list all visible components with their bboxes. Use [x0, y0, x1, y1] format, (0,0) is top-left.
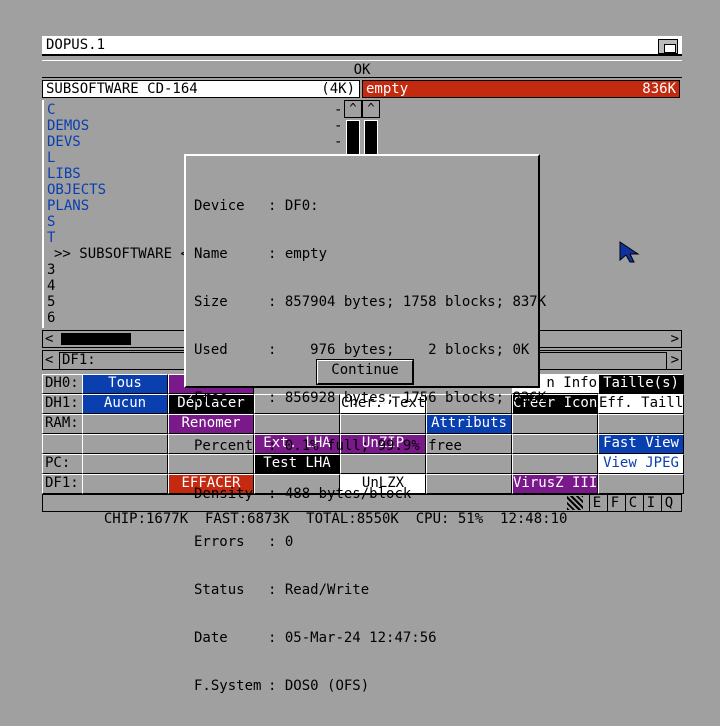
disk-info-rows: Device: DF0: Name: empty Size: 857904 by… [194, 166, 546, 726]
info-row: Size: 857904 bytes; 1758 blocks; 837K [194, 294, 547, 310]
info-row: Errors: 0 [194, 534, 294, 550]
fast-view-button[interactable]: Fast View [598, 434, 684, 454]
info-row: Device: DF0: [194, 198, 319, 214]
empty-button[interactable] [82, 474, 168, 494]
info-row: F.System: DOS0 (OFS) [194, 678, 370, 694]
gadget-q[interactable]: Q [661, 495, 676, 511]
scroll-up-arrow-icon[interactable]: ^ [344, 100, 362, 118]
dir-marker: - [334, 102, 343, 118]
right-lister-header[interactable]: empty 836K [362, 80, 680, 98]
left-lister-header[interactable]: SUBSOFTWARE CD-164 (4K) [42, 80, 360, 98]
right-lister-name: empty [366, 81, 409, 97]
list-item[interactable]: T [47, 230, 55, 246]
scroll-up-arrow-icon[interactable]: ^ [362, 100, 380, 118]
device-dh0[interactable]: DH0: [42, 374, 84, 394]
path-left-arrow-icon[interactable]: < [45, 352, 53, 368]
gadget-e[interactable]: E [589, 495, 604, 511]
title-bar[interactable]: DOPUS.1 [42, 36, 682, 56]
window-title: DOPUS.1 [46, 37, 106, 53]
list-item[interactable]: DEMOS [47, 118, 89, 134]
list-item[interactable]: 4 [47, 278, 55, 294]
list-item[interactable]: OBJECTS [47, 182, 106, 198]
empty-button[interactable] [82, 434, 168, 454]
empty-button[interactable] [82, 414, 168, 434]
device-df1[interactable]: DF1: [42, 474, 84, 494]
right-path-input[interactable] [539, 352, 667, 370]
list-item[interactable]: 6 [47, 310, 55, 326]
dir-marker: - [334, 134, 343, 150]
info-row: Status: Read/Write [194, 582, 370, 598]
depth-gadget-icon[interactable] [658, 39, 678, 54]
dither-gadget-icon[interactable] [567, 496, 583, 510]
disk-info-dialog: Device: DF0: Name: empty Size: 857904 by… [184, 154, 546, 694]
empty-button[interactable] [82, 454, 168, 474]
device-dh1[interactable]: DH1: [42, 394, 84, 414]
list-item[interactable]: 5 [47, 294, 55, 310]
continue-button[interactable]: Continue [316, 359, 414, 385]
device-pc[interactable]: PC: [42, 454, 84, 474]
mouse-pointer-icon [619, 241, 640, 263]
list-item[interactable]: PLANS [47, 198, 89, 214]
list-item[interactable]: LIBS [47, 166, 81, 182]
empty-button[interactable] [598, 474, 684, 494]
info-row: Percent: 0.1% full; 99.9% free [194, 438, 462, 454]
list-item[interactable]: DEVS [47, 134, 81, 150]
path-right-arrow-icon[interactable]: > [671, 352, 679, 368]
tailles-button[interactable]: Taille(s) [598, 374, 684, 394]
gadget-c[interactable]: C [625, 495, 640, 511]
info-row: Free: 856928 bytes; 1756 blocks; 836K [194, 390, 547, 406]
gadget-i[interactable]: I [643, 495, 658, 511]
empty-button[interactable] [598, 414, 684, 434]
eff-taill-button[interactable]: Eff. Taill [598, 394, 684, 414]
left-lister-size: (4K) [321, 81, 355, 97]
list-item[interactable]: >> SUBSOFTWARE << [54, 246, 197, 262]
tous-button[interactable]: Tous [82, 374, 168, 394]
ok-button[interactable]: OK [42, 60, 682, 78]
info-row: Name: empty [194, 246, 328, 262]
list-item[interactable]: C [47, 102, 55, 118]
aucun-button[interactable]: Aucun [82, 394, 168, 414]
left-lister-name: SUBSOFTWARE CD-164 [46, 81, 198, 97]
info-row: Density: 488 bytes/block [194, 486, 412, 502]
list-item[interactable]: L [47, 150, 55, 166]
device-ram[interactable]: RAM: [42, 414, 84, 434]
horizontal-scroll-thumb[interactable] [61, 333, 131, 345]
view-jpeg-button[interactable]: View JPEG [598, 454, 684, 474]
info-row: Used: 976 bytes; 2 blocks; 0K [194, 342, 530, 358]
device-empty[interactable] [42, 434, 84, 454]
right-lister-size: 836K [642, 81, 676, 97]
scroll-left-arrow-icon[interactable]: < [45, 331, 53, 347]
list-item[interactable]: 3 [47, 262, 55, 278]
scroll-right-arrow-icon[interactable]: > [671, 331, 679, 347]
dir-marker: - [334, 118, 343, 134]
list-item[interactable]: S [47, 214, 55, 230]
gadget-f[interactable]: F [607, 495, 622, 511]
info-row: Date: 05-Mar-24 12:47:56 [194, 630, 437, 646]
